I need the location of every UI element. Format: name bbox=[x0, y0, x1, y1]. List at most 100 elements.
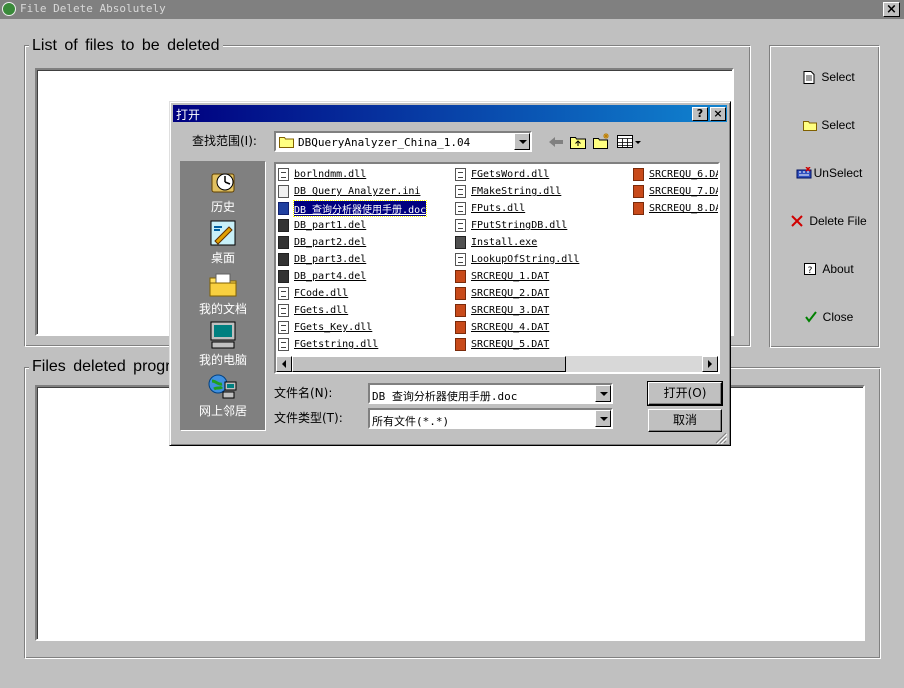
dll-file-icon bbox=[278, 338, 289, 351]
select-file-button[interactable]: Select bbox=[782, 62, 876, 92]
place-network[interactable]: 网上邻居 bbox=[181, 372, 265, 419]
file-list-item[interactable]: FGetsWord.dll bbox=[455, 166, 579, 183]
close-button[interactable]: Close bbox=[782, 302, 876, 332]
file-list-item[interactable]: FCode.dll bbox=[278, 285, 426, 302]
filename-dropdown-arrow[interactable] bbox=[595, 385, 611, 402]
unselect-button[interactable]: UnSelect bbox=[782, 158, 876, 188]
file-list-item[interactable]: FGets_Key.dll bbox=[278, 319, 426, 336]
file-name: borlndmm.dll bbox=[294, 169, 367, 180]
filetype-combo[interactable]: 所有文件(*.*) bbox=[368, 408, 613, 429]
file-list-item[interactable]: SRCREQU_1.DAT bbox=[455, 268, 579, 285]
places-bar: 历史 桌面 我的文档 我的电脑 网上邻居 bbox=[180, 161, 266, 431]
window-close-button[interactable]: × bbox=[883, 2, 900, 17]
place-network-label: 网上邻居 bbox=[198, 404, 247, 418]
unselect-label: UnSelect bbox=[813, 166, 863, 180]
file-list-item[interactable]: SRCREQU_3.DAT bbox=[455, 302, 579, 319]
file-list-item[interactable]: SRCREQU_5.DAT bbox=[455, 336, 579, 353]
dll-file-icon bbox=[278, 304, 289, 317]
file-list-item[interactable]: FGetstring.dll bbox=[278, 336, 426, 353]
file-name: SRCREQU_4.DAT bbox=[471, 322, 550, 333]
dll-file-icon bbox=[455, 185, 466, 198]
lookin-value: DBQueryAnalyzer_China_1.04 bbox=[298, 136, 471, 149]
file-list-item[interactable]: FMakeString.dll bbox=[455, 183, 579, 200]
file-list-column: borlndmm.dll DB Query Analyzer.ini DB 查询分析… bbox=[278, 166, 428, 353]
view-menu-icon[interactable] bbox=[617, 135, 641, 152]
cancel-button[interactable]: 取消 bbox=[648, 409, 722, 432]
file-name: DB Query Analyzer.ini bbox=[294, 186, 421, 197]
file-list-column: FGetsWord.dll FMakeString.dll FPuts.dll FPu… bbox=[455, 166, 579, 353]
files-list-title: List of files to be deleted bbox=[29, 37, 223, 55]
file-list-item[interactable]: LookupOfString.dll bbox=[455, 251, 579, 268]
file-list-item[interactable]: DB_part2.del bbox=[278, 234, 426, 251]
select-folder-button[interactable]: Select bbox=[782, 110, 876, 140]
file-name: FPutStringDB.dll bbox=[471, 220, 568, 231]
my-documents-icon bbox=[208, 270, 238, 298]
dat-file-icon bbox=[455, 304, 466, 317]
place-desktop[interactable]: 桌面 bbox=[181, 219, 265, 266]
file-list-item[interactable]: SRCREQU_4.DAT bbox=[455, 319, 579, 336]
file-list[interactable]: borlndmm.dll DB Query Analyzer.ini DB 查询分析… bbox=[274, 162, 720, 374]
file-list-item[interactable]: FPutStringDB.dll bbox=[455, 217, 579, 234]
file-list-horizontal-scrollbar[interactable] bbox=[276, 356, 718, 372]
dll-file-icon bbox=[278, 168, 289, 181]
place-my-computer[interactable]: 我的电脑 bbox=[181, 321, 265, 368]
up-folder-icon[interactable] bbox=[570, 134, 587, 152]
file-list-item[interactable]: borlndmm.dll bbox=[278, 166, 426, 183]
back-icon[interactable] bbox=[548, 135, 564, 152]
file-list-item[interactable]: Install.exe bbox=[455, 234, 579, 251]
close-label: Close bbox=[822, 310, 854, 324]
file-list-item[interactable]: SRCREQU_8.DA bbox=[633, 200, 720, 217]
doc-file-icon bbox=[278, 202, 289, 215]
file-list-item[interactable]: FPuts.dll bbox=[455, 200, 579, 217]
history-icon bbox=[208, 168, 238, 196]
file-name: SRCREQU_7.DA bbox=[649, 186, 720, 197]
dat-file-icon bbox=[455, 321, 466, 334]
file-list-item[interactable]: DB_part1.del bbox=[278, 217, 426, 234]
file-list-item[interactable]: DB_part4.del bbox=[278, 268, 426, 285]
lookin-dropdown-arrow[interactable] bbox=[514, 133, 530, 150]
my-computer-icon bbox=[208, 321, 238, 349]
open-file-dialog: 打开 ? × 查找范围(I): DBQueryAnalyzer_China_1.… bbox=[169, 101, 731, 446]
file-list-item[interactable]: SRCREQU_2.DAT bbox=[455, 285, 579, 302]
place-history[interactable]: 历史 bbox=[181, 168, 265, 215]
file-name: FPuts.dll bbox=[471, 203, 526, 214]
dll-file-icon bbox=[455, 202, 466, 215]
ini-file-icon bbox=[278, 185, 289, 198]
filetype-label: 文件类型(T): bbox=[274, 411, 343, 425]
delete-file-button[interactable]: Delete File bbox=[782, 206, 876, 236]
filename-combo[interactable]: DB 查询分析器使用手册.doc bbox=[368, 383, 613, 404]
scroll-left-button[interactable] bbox=[276, 356, 292, 372]
app-icon bbox=[2, 2, 16, 16]
new-folder-icon[interactable] bbox=[593, 133, 611, 152]
file-list-item[interactable]: DB 查询分析器使用手册.doc bbox=[278, 200, 428, 217]
file-list-item[interactable]: DB_part3.del bbox=[278, 251, 426, 268]
dat-file-icon bbox=[633, 185, 644, 198]
exe-file-icon bbox=[455, 236, 466, 249]
file-list-item[interactable]: DB Query Analyzer.ini bbox=[278, 183, 426, 200]
file-list-item[interactable]: FGets.dll bbox=[278, 302, 426, 319]
file-list-item[interactable]: SRCREQU_6.DA bbox=[633, 166, 718, 183]
place-history-label: 历史 bbox=[210, 200, 235, 214]
filename-label: 文件名(N): bbox=[274, 386, 333, 400]
open-button[interactable]: 打开(O) bbox=[647, 381, 723, 406]
select-file-label: Select bbox=[821, 70, 855, 84]
dialog-help-button[interactable]: ? bbox=[692, 107, 708, 121]
lookin-label: 查找范围(I): bbox=[192, 134, 257, 148]
del-file-icon bbox=[278, 253, 289, 266]
file-icon bbox=[803, 71, 815, 84]
place-my-computer-label: 我的电脑 bbox=[198, 353, 247, 367]
file-name: Install.exe bbox=[471, 237, 538, 248]
file-list-item[interactable]: SRCREQU_7.DA bbox=[633, 183, 720, 200]
filetype-dropdown-arrow[interactable] bbox=[595, 410, 611, 427]
about-button[interactable]: ? About bbox=[782, 254, 876, 284]
file-name: FCode.dll bbox=[294, 288, 349, 299]
resize-grip-icon[interactable] bbox=[715, 432, 728, 447]
dialog-close-button[interactable]: × bbox=[710, 107, 726, 121]
scroll-thumb[interactable] bbox=[292, 356, 566, 372]
lookin-combo[interactable]: DBQueryAnalyzer_China_1.04 bbox=[274, 131, 532, 152]
about-label: About bbox=[822, 262, 854, 276]
file-name: DB_part3.del bbox=[294, 254, 367, 265]
scroll-right-button[interactable] bbox=[702, 356, 718, 372]
file-name: SRCREQU_8.DA bbox=[649, 203, 720, 214]
place-my-documents[interactable]: 我的文档 bbox=[181, 270, 265, 317]
